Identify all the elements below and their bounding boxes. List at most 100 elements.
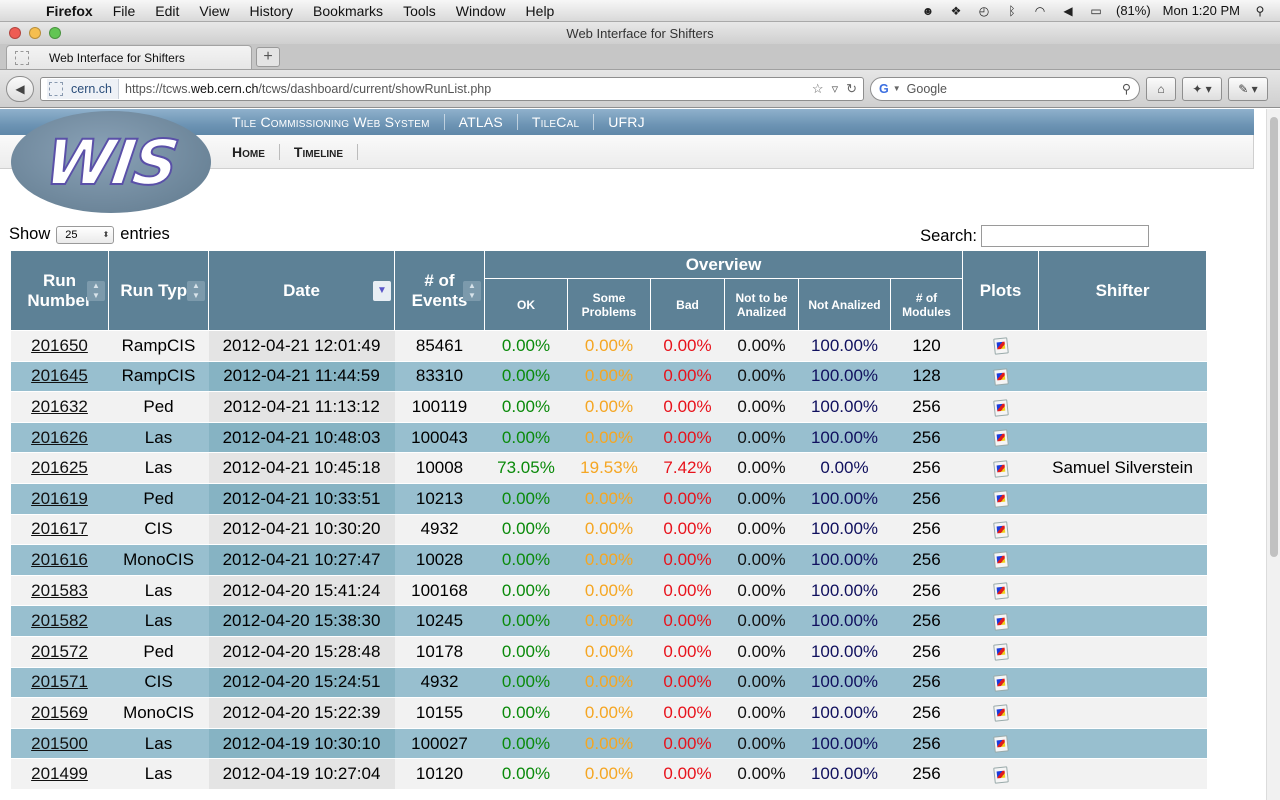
cell-ok-value: 0.00% bbox=[501, 580, 551, 600]
menu-bookmarks[interactable]: Bookmarks bbox=[303, 3, 393, 19]
cell-not-analized-value: 0.00% bbox=[820, 458, 869, 478]
plot-thumbnail-icon[interactable] bbox=[992, 459, 1009, 478]
plot-thumbnail-icon[interactable] bbox=[992, 337, 1009, 356]
wifi-icon[interactable]: ◠ bbox=[1032, 4, 1048, 18]
cell-run-type-value: Las bbox=[144, 733, 173, 753]
back-button[interactable]: ◀ bbox=[6, 75, 34, 102]
minimize-window-button[interactable] bbox=[29, 27, 41, 39]
alien-icon[interactable]: ☻ bbox=[920, 4, 936, 18]
volume-icon[interactable]: ◀ bbox=[1060, 4, 1076, 18]
cell-events-value: 4932 bbox=[420, 672, 459, 692]
menu-help[interactable]: Help bbox=[516, 3, 565, 19]
plot-thumbnail-icon[interactable] bbox=[992, 704, 1009, 723]
cell-ok-value: 0.00% bbox=[501, 519, 551, 539]
run-number-link[interactable]: 201650 bbox=[31, 336, 88, 355]
table-row: 201626 Las 2012-04-21 10:48:03 100043 0.00% 0… bbox=[10, 422, 1207, 454]
page-scrollbar[interactable] bbox=[1266, 109, 1280, 800]
col-events[interactable]: # of Events ▲ ▼ bbox=[394, 250, 485, 331]
tab-web-interface[interactable]: Web Interface for Shifters bbox=[6, 45, 252, 69]
run-number-link[interactable]: 201569 bbox=[31, 703, 88, 722]
col-run-number[interactable]: Run Number ▲ ▼ bbox=[10, 250, 109, 331]
link-atlas[interactable]: ATLAS bbox=[443, 114, 517, 130]
col-date[interactable]: Date ▼ bbox=[208, 250, 395, 331]
cell-bad: 0.00% bbox=[650, 605, 725, 637]
run-number-link[interactable]: 201499 bbox=[31, 764, 88, 783]
link-ufrj[interactable]: UFRJ bbox=[593, 114, 659, 130]
cell-date: 2012-04-19 10:30:10 bbox=[208, 728, 395, 760]
plot-thumbnail-icon[interactable] bbox=[992, 582, 1009, 600]
plot-thumbnail-icon[interactable] bbox=[992, 368, 1009, 386]
run-number-link[interactable]: 201583 bbox=[31, 581, 88, 600]
plot-thumbnail-icon[interactable] bbox=[992, 398, 1009, 417]
bookmarks-menu-button[interactable]: ✦ ▾ bbox=[1182, 76, 1222, 101]
run-number-link[interactable]: 201625 bbox=[31, 458, 88, 477]
close-window-button[interactable] bbox=[9, 27, 21, 39]
wis-logo[interactable]: WIS bbox=[11, 111, 211, 213]
plot-thumbnail-icon[interactable] bbox=[992, 674, 1009, 692]
run-number-link[interactable]: 201626 bbox=[31, 428, 88, 447]
menu-tools[interactable]: Tools bbox=[393, 3, 446, 19]
table-search-input[interactable] bbox=[981, 225, 1149, 247]
run-number-link[interactable]: 201582 bbox=[31, 611, 88, 630]
dropbox-icon[interactable]: ❖ bbox=[948, 4, 964, 18]
spotlight-icon[interactable]: ⚲ bbox=[1252, 4, 1268, 18]
plot-thumbnail-icon[interactable] bbox=[992, 612, 1009, 631]
url-text[interactable]: https://tcws.web.cern.ch/tcws/dashboard/… bbox=[125, 82, 812, 96]
link-tile-commissioning[interactable]: Tile Commissioning Web System bbox=[232, 114, 444, 130]
plot-thumbnail-icon[interactable] bbox=[992, 429, 1009, 447]
run-number-link[interactable]: 201500 bbox=[31, 734, 88, 753]
nav-home[interactable]: Home bbox=[232, 144, 279, 160]
battery-icon[interactable]: ▭ bbox=[1088, 4, 1104, 18]
col-not-analized: Not Analized bbox=[798, 278, 891, 331]
cell-date-value: 2012-04-20 15:28:48 bbox=[222, 641, 381, 661]
run-number-link[interactable]: 201632 bbox=[31, 397, 88, 416]
run-number-link[interactable]: 201617 bbox=[31, 519, 88, 538]
plot-thumbnail-icon[interactable] bbox=[992, 643, 1009, 661]
col-plots: Plots bbox=[962, 250, 1040, 331]
scrollbar-thumb[interactable] bbox=[1270, 117, 1278, 557]
plot-thumbnail-icon[interactable] bbox=[992, 521, 1009, 539]
engine-dropdown-icon[interactable]: ▼ bbox=[893, 84, 901, 93]
entries-select[interactable]: 25 ⬍ bbox=[56, 225, 115, 244]
plot-thumbnail-icon[interactable] bbox=[992, 551, 1009, 570]
web-search-bar[interactable]: G ▼ Google ⚲ bbox=[870, 76, 1140, 101]
address-bar[interactable]: cern.ch https://tcws.web.cern.ch/tcws/da… bbox=[40, 76, 864, 101]
run-number-link[interactable]: 201616 bbox=[31, 550, 88, 569]
menu-app-name[interactable]: Firefox bbox=[40, 3, 103, 19]
menu-history[interactable]: History bbox=[239, 3, 303, 19]
search-magnifier-icon[interactable]: ⚲ bbox=[1122, 81, 1131, 96]
page-length-control: Show 25 ⬍ entries bbox=[9, 225, 170, 244]
home-button[interactable]: ⌂ bbox=[1146, 76, 1176, 101]
menu-edit[interactable]: Edit bbox=[145, 3, 189, 19]
cell-modules-value: 256 bbox=[912, 672, 941, 692]
menu-window[interactable]: Window bbox=[446, 3, 516, 19]
new-tab-button[interactable]: + bbox=[256, 47, 280, 67]
cell-some-problems: 0.00% bbox=[567, 544, 651, 576]
plot-thumbnail-icon[interactable] bbox=[992, 765, 1009, 784]
menu-file[interactable]: File bbox=[103, 3, 146, 19]
plot-thumbnail-icon[interactable] bbox=[992, 735, 1009, 753]
nav-timeline[interactable]: Timeline bbox=[278, 143, 358, 160]
run-number-link[interactable]: 201571 bbox=[31, 672, 88, 691]
url-history-dropdown-icon[interactable]: ▿ bbox=[832, 81, 839, 97]
reload-icon[interactable]: ↻ bbox=[846, 81, 857, 97]
zoom-window-button[interactable] bbox=[49, 27, 61, 39]
menu-view[interactable]: View bbox=[189, 3, 239, 19]
google-engine-icon[interactable]: G bbox=[879, 82, 889, 96]
link-tilecal[interactable]: TileCal bbox=[516, 114, 593, 130]
run-number-link[interactable]: 201572 bbox=[31, 642, 88, 661]
col-run-type[interactable]: Run Type ▲ ▼ bbox=[108, 250, 209, 331]
cell-modules-value: 120 bbox=[912, 335, 941, 355]
addon-menu-button[interactable]: ✎ ▾ bbox=[1228, 76, 1268, 101]
cell-modules-value: 128 bbox=[912, 366, 941, 386]
cell-some-problems-value: 0.00% bbox=[584, 488, 634, 508]
run-number-link[interactable]: 201645 bbox=[31, 366, 88, 385]
cell-modules-value: 256 bbox=[912, 519, 941, 539]
plot-thumbnail-icon[interactable] bbox=[992, 490, 1009, 508]
clock[interactable]: Mon 1:20 PM bbox=[1163, 3, 1240, 18]
site-identity-button[interactable]: cern.ch bbox=[47, 78, 119, 99]
bluetooth-icon[interactable]: ᛒ bbox=[1004, 4, 1020, 18]
bookmark-star-icon[interactable]: ☆ bbox=[812, 81, 824, 97]
time-machine-icon[interactable]: ◴ bbox=[976, 4, 992, 18]
run-number-link[interactable]: 201619 bbox=[31, 489, 88, 508]
